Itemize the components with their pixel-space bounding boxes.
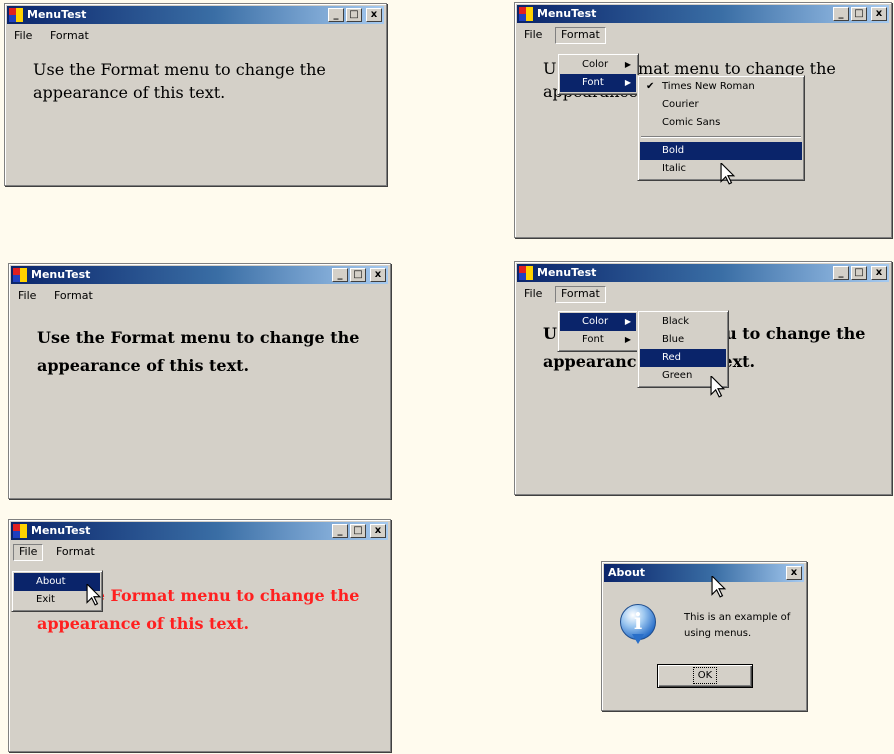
- maximize-icon[interactable]: □: [851, 7, 867, 21]
- mouse-cursor-icon: [711, 576, 727, 598]
- maximize-icon[interactable]: □: [350, 524, 366, 538]
- about-title-bar[interactable]: About x: [604, 564, 804, 582]
- app-icon: [519, 266, 533, 280]
- menu-bar: File Format: [517, 25, 889, 44]
- font-menu-item[interactable]: Courier: [640, 96, 802, 114]
- minimize-icon[interactable]: _: [332, 524, 348, 538]
- close-icon[interactable]: x: [366, 8, 382, 22]
- close-icon[interactable]: x: [370, 268, 386, 282]
- menutest-window-3: MenuTest _ □ x File Format Use the Forma…: [8, 263, 391, 499]
- menu-file[interactable]: File: [519, 286, 547, 301]
- title-bar[interactable]: MenuTest _ □ x: [7, 6, 384, 24]
- format-menu-color[interactable]: Color ▶: [560, 313, 636, 331]
- menu-bar: File Format: [7, 26, 384, 44]
- about-title: About: [608, 566, 646, 579]
- app-icon: [519, 7, 533, 21]
- format-menu-font-label: Font: [582, 77, 604, 88]
- title-bar[interactable]: MenuTest _ □ x: [11, 522, 388, 540]
- display-text: Use the Format menu to change the appear…: [33, 60, 326, 103]
- menu-bar: File Format: [517, 284, 889, 303]
- maximize-icon[interactable]: □: [851, 266, 867, 280]
- display-text: Use the Format menu to change the appear…: [37, 328, 360, 375]
- app-icon: [13, 268, 27, 282]
- menu-format[interactable]: Format: [51, 544, 100, 559]
- ok-button-label: OK: [692, 667, 718, 684]
- window-title: MenuTest: [537, 7, 597, 20]
- checkmark-icon: ✔: [646, 81, 655, 92]
- menu-file[interactable]: File: [13, 544, 44, 561]
- format-menu-color-label: Color: [582, 59, 609, 70]
- menu-format[interactable]: Format: [555, 286, 606, 303]
- format-menu-font[interactable]: Font ▶: [560, 331, 636, 349]
- menu-format[interactable]: Format: [45, 28, 94, 43]
- format-menu-dropdown: Color ▶ Font ▶: [557, 310, 639, 352]
- menu-file[interactable]: File: [519, 27, 547, 42]
- menu-file[interactable]: File: [13, 288, 41, 303]
- format-menu-color-label: Color: [582, 316, 609, 327]
- about-dialog: About x i This is an example of using me…: [601, 561, 807, 711]
- window-title: MenuTest: [31, 524, 91, 537]
- app-icon: [9, 8, 23, 22]
- font-menu-item[interactable]: ✔ Times New Roman: [640, 78, 802, 96]
- maximize-icon[interactable]: □: [346, 8, 362, 22]
- format-menu-color[interactable]: Color ▶: [560, 56, 636, 74]
- app-icon: [13, 524, 27, 538]
- color-menu-item[interactable]: Red: [640, 349, 726, 367]
- about-message: This is an example of using menus.: [684, 612, 791, 639]
- submenu-arrow-icon: ▶: [624, 78, 631, 87]
- title-bar[interactable]: MenuTest _ □ x: [517, 5, 889, 23]
- color-menu-item[interactable]: Blue: [640, 331, 726, 349]
- format-menu-font-label: Font: [582, 334, 604, 345]
- mouse-cursor-icon: [86, 584, 102, 606]
- menutest-window-4: MenuTest _ □ x File Format Use the Forma…: [514, 261, 892, 495]
- menutest-window-2: MenuTest _ □ x File Format Use the Forma…: [514, 2, 892, 238]
- submenu-arrow-icon: ▶: [624, 335, 631, 344]
- menu-format[interactable]: Format: [555, 27, 606, 44]
- style-menu-item[interactable]: Bold: [640, 142, 802, 160]
- menu-format[interactable]: Format: [49, 288, 98, 303]
- window-title: MenuTest: [27, 8, 87, 21]
- menutest-window-5: MenuTest _ □ x File Format Use the Forma…: [8, 519, 391, 752]
- info-icon-tail: [632, 634, 644, 644]
- close-icon[interactable]: x: [871, 266, 887, 280]
- window-title: MenuTest: [537, 266, 597, 279]
- minimize-icon[interactable]: _: [833, 7, 849, 21]
- maximize-icon[interactable]: □: [350, 268, 366, 282]
- submenu-arrow-icon: ▶: [624, 317, 631, 326]
- title-bar[interactable]: MenuTest _ □ x: [11, 266, 388, 284]
- submenu-arrow-icon: ▶: [624, 60, 631, 69]
- about-dialog-body: i This is an example of using menus. OK: [604, 584, 804, 708]
- menu-bar: File Format: [11, 286, 388, 304]
- font-menu-item[interactable]: Comic Sans: [640, 114, 802, 132]
- minimize-icon[interactable]: _: [328, 8, 344, 22]
- close-icon[interactable]: x: [370, 524, 386, 538]
- menu-file[interactable]: File: [9, 28, 37, 43]
- format-menu-dropdown: Color ▶ Font ▶: [557, 53, 639, 95]
- minimize-icon[interactable]: _: [833, 266, 849, 280]
- color-menu-item[interactable]: Black: [640, 313, 726, 331]
- menutest-window-1: MenuTest _ □ x File Format Use the Forma…: [4, 3, 387, 186]
- minimize-icon[interactable]: _: [332, 268, 348, 282]
- format-menu-font[interactable]: Font ▶: [560, 74, 636, 92]
- mouse-cursor-icon: [710, 376, 726, 398]
- menu-bar: File Format: [11, 542, 388, 561]
- window-title: MenuTest: [31, 268, 91, 281]
- ok-button[interactable]: OK: [657, 664, 753, 688]
- mouse-cursor-icon: [720, 163, 736, 185]
- close-icon[interactable]: x: [786, 566, 802, 580]
- close-icon[interactable]: x: [871, 7, 887, 21]
- menu-separator: [641, 136, 801, 138]
- title-bar[interactable]: MenuTest _ □ x: [517, 264, 889, 282]
